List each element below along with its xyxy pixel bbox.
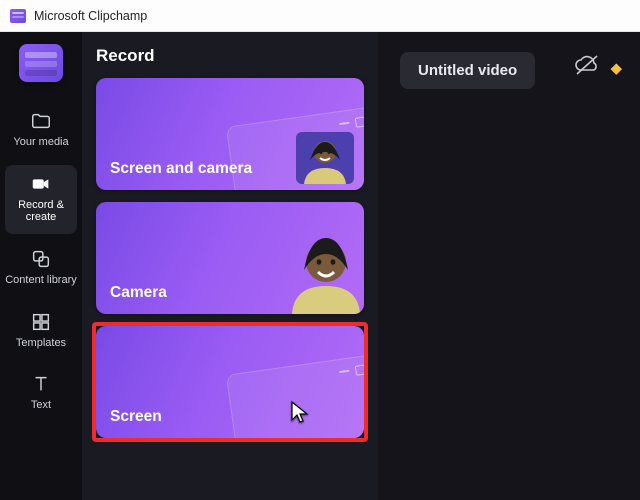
rail-label: Templates [16,337,66,350]
rail-label: Text [31,399,51,412]
app-body: Your media Record & create Content libra… [0,32,640,500]
project-title: Untitled video [418,62,517,79]
rail-label: Record & create [5,199,77,224]
window-graphic-icon [226,354,364,438]
record-panel: Record Screen and camera [82,32,378,500]
editor-stage: Untitled video ◆ [378,32,640,500]
project-title-button[interactable]: Untitled video [400,52,535,89]
panel-heading: Record [96,46,364,66]
person-icon [296,132,354,184]
library-icon [29,248,53,270]
card-label: Screen and camera [110,160,252,178]
card-screen-and-camera[interactable]: Screen and camera [96,78,364,190]
card-label: Screen [110,408,162,426]
screen-card-highlight: Screen [96,326,364,438]
titlebar: Microsoft Clipchamp [0,0,640,32]
premium-diamond-icon[interactable]: ◆ [610,59,622,77]
video-camera-icon [29,173,53,195]
card-screen[interactable]: Screen [96,326,364,438]
cloud-sync-off-icon[interactable] [574,54,600,81]
mouse-cursor-icon [290,400,310,424]
app-window: Microsoft Clipchamp Your media Record & … [0,0,640,500]
left-rail: Your media Record & create Content libra… [0,32,82,500]
rail-templates[interactable]: Templates [5,303,77,360]
clipchamp-app-icon [10,9,26,23]
rail-label: Content library [5,274,77,287]
camera-person [278,228,364,314]
rail-record-create[interactable]: Record & create [5,165,77,234]
rail-label: Your media [13,136,68,149]
text-icon [29,373,53,395]
rail-text[interactable]: Text [5,365,77,422]
window-title: Microsoft Clipchamp [34,9,147,23]
camera-thumbnail [296,132,354,184]
rail-content-library[interactable]: Content library [5,240,77,297]
rail-your-media[interactable]: Your media [5,102,77,159]
person-icon [278,228,364,314]
card-label: Camera [110,284,167,302]
folder-icon [29,110,53,132]
card-camera[interactable]: Camera [96,202,364,314]
header-actions: ◆ [574,54,622,81]
templates-icon [29,311,53,333]
clipchamp-logo[interactable] [19,44,63,82]
